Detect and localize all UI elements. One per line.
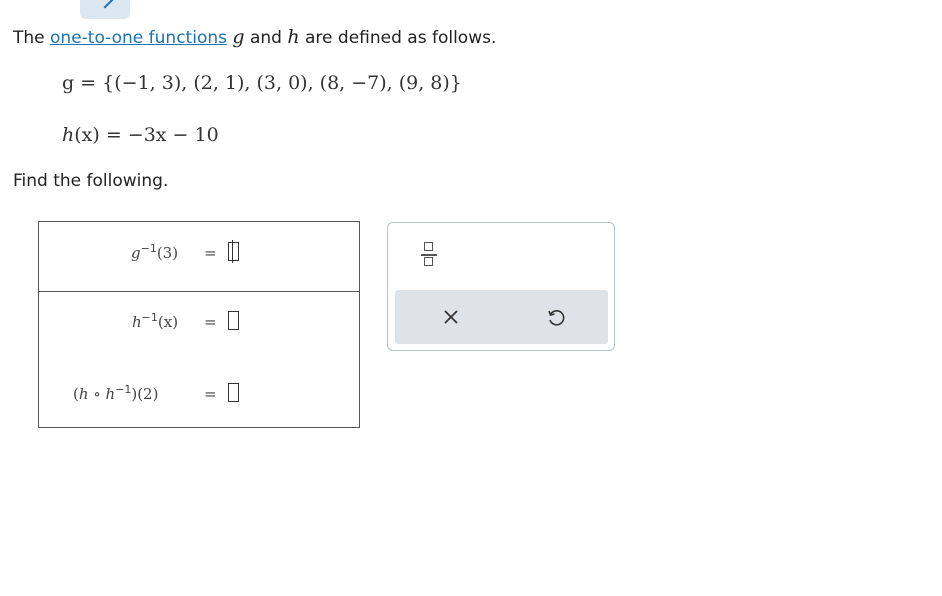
h-def-rhs: = −3x − 10 xyxy=(99,124,219,146)
answer-row-composition: (h ∘ h−1)(2) = xyxy=(39,375,359,415)
undo-icon xyxy=(548,310,565,326)
h-def-fn: h xyxy=(62,124,75,146)
g-inverse-answer-input[interactable] xyxy=(228,240,239,263)
g-definition: g = {(−1, 3), (2, 1), (3, 0), (8, −7), (… xyxy=(62,72,462,94)
answer-box: g−1(3) = h−1(x) = (h ∘ h−1)(2) = xyxy=(38,221,360,428)
h-inverse-answer-input[interactable] xyxy=(228,311,239,330)
exponent: −1 xyxy=(115,383,132,396)
answer-row-g-inverse: g−1(3) = xyxy=(39,234,359,274)
fn-h: h xyxy=(105,385,116,403)
clear-button[interactable] xyxy=(439,305,463,329)
arg: (x) xyxy=(157,313,179,331)
h-def-arg: (x) xyxy=(74,124,100,146)
g-inverse-expression: g−1(3) xyxy=(131,242,178,262)
intro-prefix: The xyxy=(13,28,51,48)
h-definition: h(x) = −3x − 10 xyxy=(62,124,219,146)
composition-answer-input[interactable] xyxy=(228,383,239,402)
one-to-one-functions-link[interactable]: one-to-one functions xyxy=(50,28,227,48)
composition-expression: (h ∘ h−1)(2) xyxy=(73,383,158,403)
var-g: g xyxy=(232,26,245,48)
fn-h: h xyxy=(78,385,89,403)
fraction-icon xyxy=(424,242,433,251)
answer-divider xyxy=(39,291,359,292)
math-toolbar-panel xyxy=(387,222,615,351)
arg: (2) xyxy=(137,385,159,403)
equals-sign: = xyxy=(204,244,217,262)
undo-button[interactable] xyxy=(544,305,568,329)
fraction-bar xyxy=(421,254,437,256)
answer-row-h-inverse: h−1(x) = xyxy=(39,303,359,343)
close-icon xyxy=(444,310,458,324)
fn-g: g xyxy=(131,244,141,262)
exponent: −1 xyxy=(141,311,158,324)
intro-suffix: are defined as follows. xyxy=(299,28,497,48)
action-bar xyxy=(395,290,608,344)
fraction-button[interactable] xyxy=(420,239,440,273)
problem-intro: The one-to-one functions g and h are def… xyxy=(13,26,496,48)
compose-operator: ∘ xyxy=(93,385,101,403)
find-prompt: Find the following. xyxy=(13,171,169,191)
fn-h: h xyxy=(132,313,142,331)
h-inverse-expression: h−1(x) xyxy=(132,311,178,331)
arg: (3) xyxy=(156,244,179,262)
fraction-denominator-box xyxy=(424,257,433,266)
collapse-tab[interactable] xyxy=(80,0,130,19)
equals-sign: = xyxy=(204,385,217,403)
equals-sign: = xyxy=(204,313,217,331)
var-h: h xyxy=(287,26,300,48)
intro-and: and xyxy=(244,28,288,48)
exponent: −1 xyxy=(140,242,157,255)
chevron-down-icon xyxy=(96,0,114,9)
